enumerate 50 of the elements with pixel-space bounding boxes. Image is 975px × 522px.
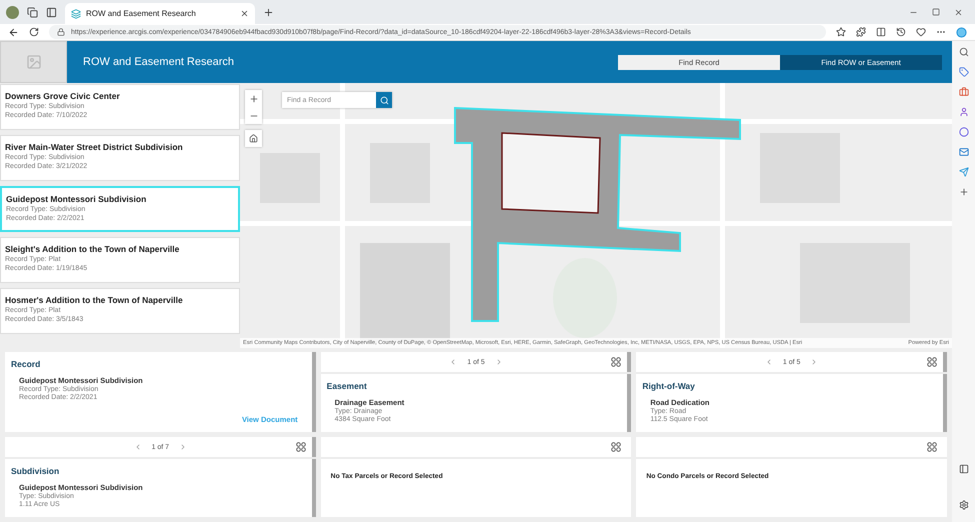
tab-favicon-icon [71, 8, 81, 18]
lock-icon [57, 28, 65, 36]
workspaces-icon[interactable] [27, 6, 38, 18]
zoom-in-button[interactable] [245, 90, 262, 107]
card-title: Record [11, 359, 42, 369]
home-button[interactable] [245, 130, 262, 147]
search-icon[interactable] [958, 47, 968, 57]
send-icon[interactable] [958, 167, 968, 177]
new-tab-icon[interactable] [263, 6, 274, 18]
search-button[interactable] [376, 92, 392, 108]
add-icon[interactable] [958, 187, 968, 197]
maximize-icon[interactable] [932, 8, 940, 16]
record-title: Guidepost Montessori Subdivision [6, 194, 148, 204]
settings-icon[interactable] [958, 500, 968, 510]
grid-icon [611, 357, 622, 367]
tag-icon[interactable] [958, 67, 968, 77]
record-title: Sleight's Addition to the Town of Naperville [5, 244, 180, 254]
history-icon[interactable] [896, 27, 906, 37]
plus-icon [248, 94, 258, 104]
mail-icon[interactable] [958, 147, 968, 157]
close-icon[interactable] [240, 9, 249, 18]
record-title: Hosmer's Addition to the Town of Naperville [5, 295, 184, 305]
zoom-out-button[interactable] [245, 107, 262, 124]
card-title: Right-of-Way [642, 381, 696, 391]
tab-title: ROW and Easement Research [86, 9, 197, 18]
reload-icon[interactable] [29, 27, 39, 37]
grid-icon [926, 357, 937, 367]
grid-icon [611, 442, 622, 452]
split-screen-icon[interactable] [876, 27, 886, 37]
image-icon [26, 54, 42, 70]
browser-tab[interactable]: ROW and Easement Research [65, 3, 255, 24]
grid-icon [926, 442, 937, 452]
record-title: Downers Grove Civic Center [5, 91, 121, 101]
card-title: Easement [326, 381, 368, 391]
heart-icon[interactable] [916, 27, 926, 37]
favorite-icon[interactable] [836, 27, 846, 37]
home-icon [249, 134, 258, 143]
app-title: ROW and Easement Research [83, 56, 236, 68]
close-icon[interactable] [954, 8, 963, 16]
back-icon[interactable] [8, 26, 19, 38]
profile-avatar[interactable] [6, 6, 19, 18]
sidebar-icon[interactable] [958, 464, 968, 474]
card-title: Subdivision [11, 466, 60, 476]
search-icon [380, 96, 388, 104]
person-icon[interactable] [958, 107, 968, 117]
record-title: River Main-Water Street District Subdivision [5, 142, 184, 152]
grid-icon [296, 442, 306, 452]
extensions-icon[interactable] [856, 27, 866, 37]
briefcase-icon[interactable] [958, 87, 968, 97]
circle-icon[interactable] [958, 127, 968, 137]
